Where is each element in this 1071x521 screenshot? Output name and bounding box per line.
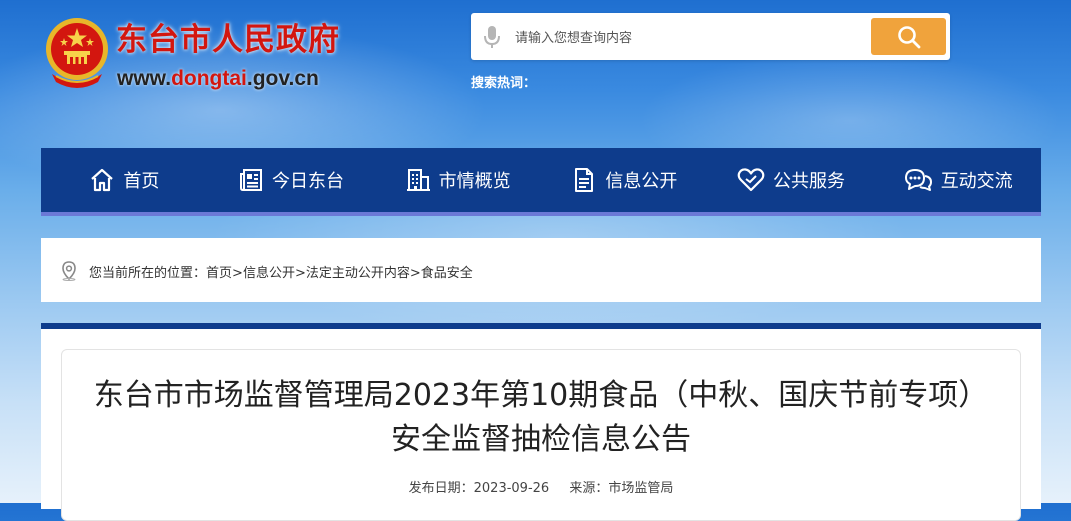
home-icon — [91, 168, 114, 192]
nav-item-label: 互动交流 — [940, 171, 1013, 192]
site-title: 东台市人民政府 — [116, 22, 340, 58]
breadcrumb-separator: > — [409, 266, 421, 281]
nav-item-label: 公共服务 — [773, 171, 846, 192]
nav-item-label: 首页 — [123, 171, 160, 192]
breadcrumb: 您当前所在的位置：首页>信息公开>法定主动公开内容>食品安全 — [41, 238, 1041, 302]
nav-item-public-service[interactable]: 公共服务 — [708, 148, 875, 212]
article-card: 东台市市场监督管理局2023年第10期食品（中秋、国庆节前专项）安全监督抽检信息… — [61, 349, 1021, 521]
nav-item-city-overview[interactable]: 市情概览 — [374, 148, 541, 212]
nav-item-label: 今日东台 — [272, 171, 344, 192]
heart-icon — [737, 168, 765, 192]
breadcrumb-link-food-safety[interactable]: 食品安全 — [421, 266, 473, 281]
chat-icon — [904, 169, 932, 191]
search-button[interactable] — [871, 18, 946, 55]
breadcrumb-text: 您当前所在的位置：首页>信息公开>法定主动公开内容>食品安全 — [89, 262, 473, 281]
hot-search-label: 搜索热词： — [471, 76, 537, 91]
national-emblem-icon — [42, 16, 112, 90]
nav-item-today-dongtai[interactable]: 今日东台 — [208, 148, 375, 212]
nav-item-home[interactable]: 首页 — [41, 148, 208, 212]
nav-item-label: 信息公开 — [605, 171, 678, 192]
search-input[interactable] — [513, 25, 897, 51]
breadcrumb-link-info-disclosure[interactable]: 信息公开 — [243, 266, 295, 281]
search-icon — [898, 26, 921, 49]
nav-item-interaction[interactable]: 互动交流 — [874, 148, 1041, 212]
building-icon — [406, 169, 430, 191]
site-url-domain: dongtai — [171, 67, 247, 90]
publish-date: 发布日期：2023-09-26 — [408, 481, 550, 496]
nav-item-info-disclosure[interactable]: 信息公开 — [541, 148, 708, 212]
site-url-prefix: www. — [117, 67, 172, 90]
article-source: 来源：市场监管局 — [569, 481, 674, 496]
breadcrumb-link-home[interactable]: 首页 — [206, 266, 232, 281]
main-nav: 首页 今日东台 市情概览 信息公开 公共服务 互动交流 — [41, 148, 1041, 216]
nav-item-label: 市情概览 — [438, 171, 511, 192]
location-pin-icon — [61, 261, 77, 285]
breadcrumb-separator: > — [232, 266, 243, 281]
breadcrumb-link-statutory-content[interactable]: 法定主动公开内容 — [306, 266, 410, 281]
article-panel: 东台市市场监督管理局2023年第10期食品（中秋、国庆节前专项）安全监督抽检信息… — [41, 323, 1041, 521]
article-title: 东台市市场监督管理局2023年第10期食品（中秋、国庆节前专项）安全监督抽检信息… — [93, 378, 989, 457]
document-icon — [575, 168, 594, 192]
article-meta: 发布日期：2023-09-26 来源：市场监管局 — [62, 477, 1020, 496]
news-icon — [240, 169, 262, 191]
microphone-icon[interactable] — [483, 25, 501, 49]
search-box — [471, 13, 950, 60]
site-url[interactable]: www.dongtai.gov.cn — [117, 66, 319, 92]
site-url-suffix: .gov.cn — [246, 67, 319, 90]
breadcrumb-prefix: 您当前所在的位置： — [89, 266, 207, 281]
breadcrumb-separator: > — [294, 266, 306, 281]
